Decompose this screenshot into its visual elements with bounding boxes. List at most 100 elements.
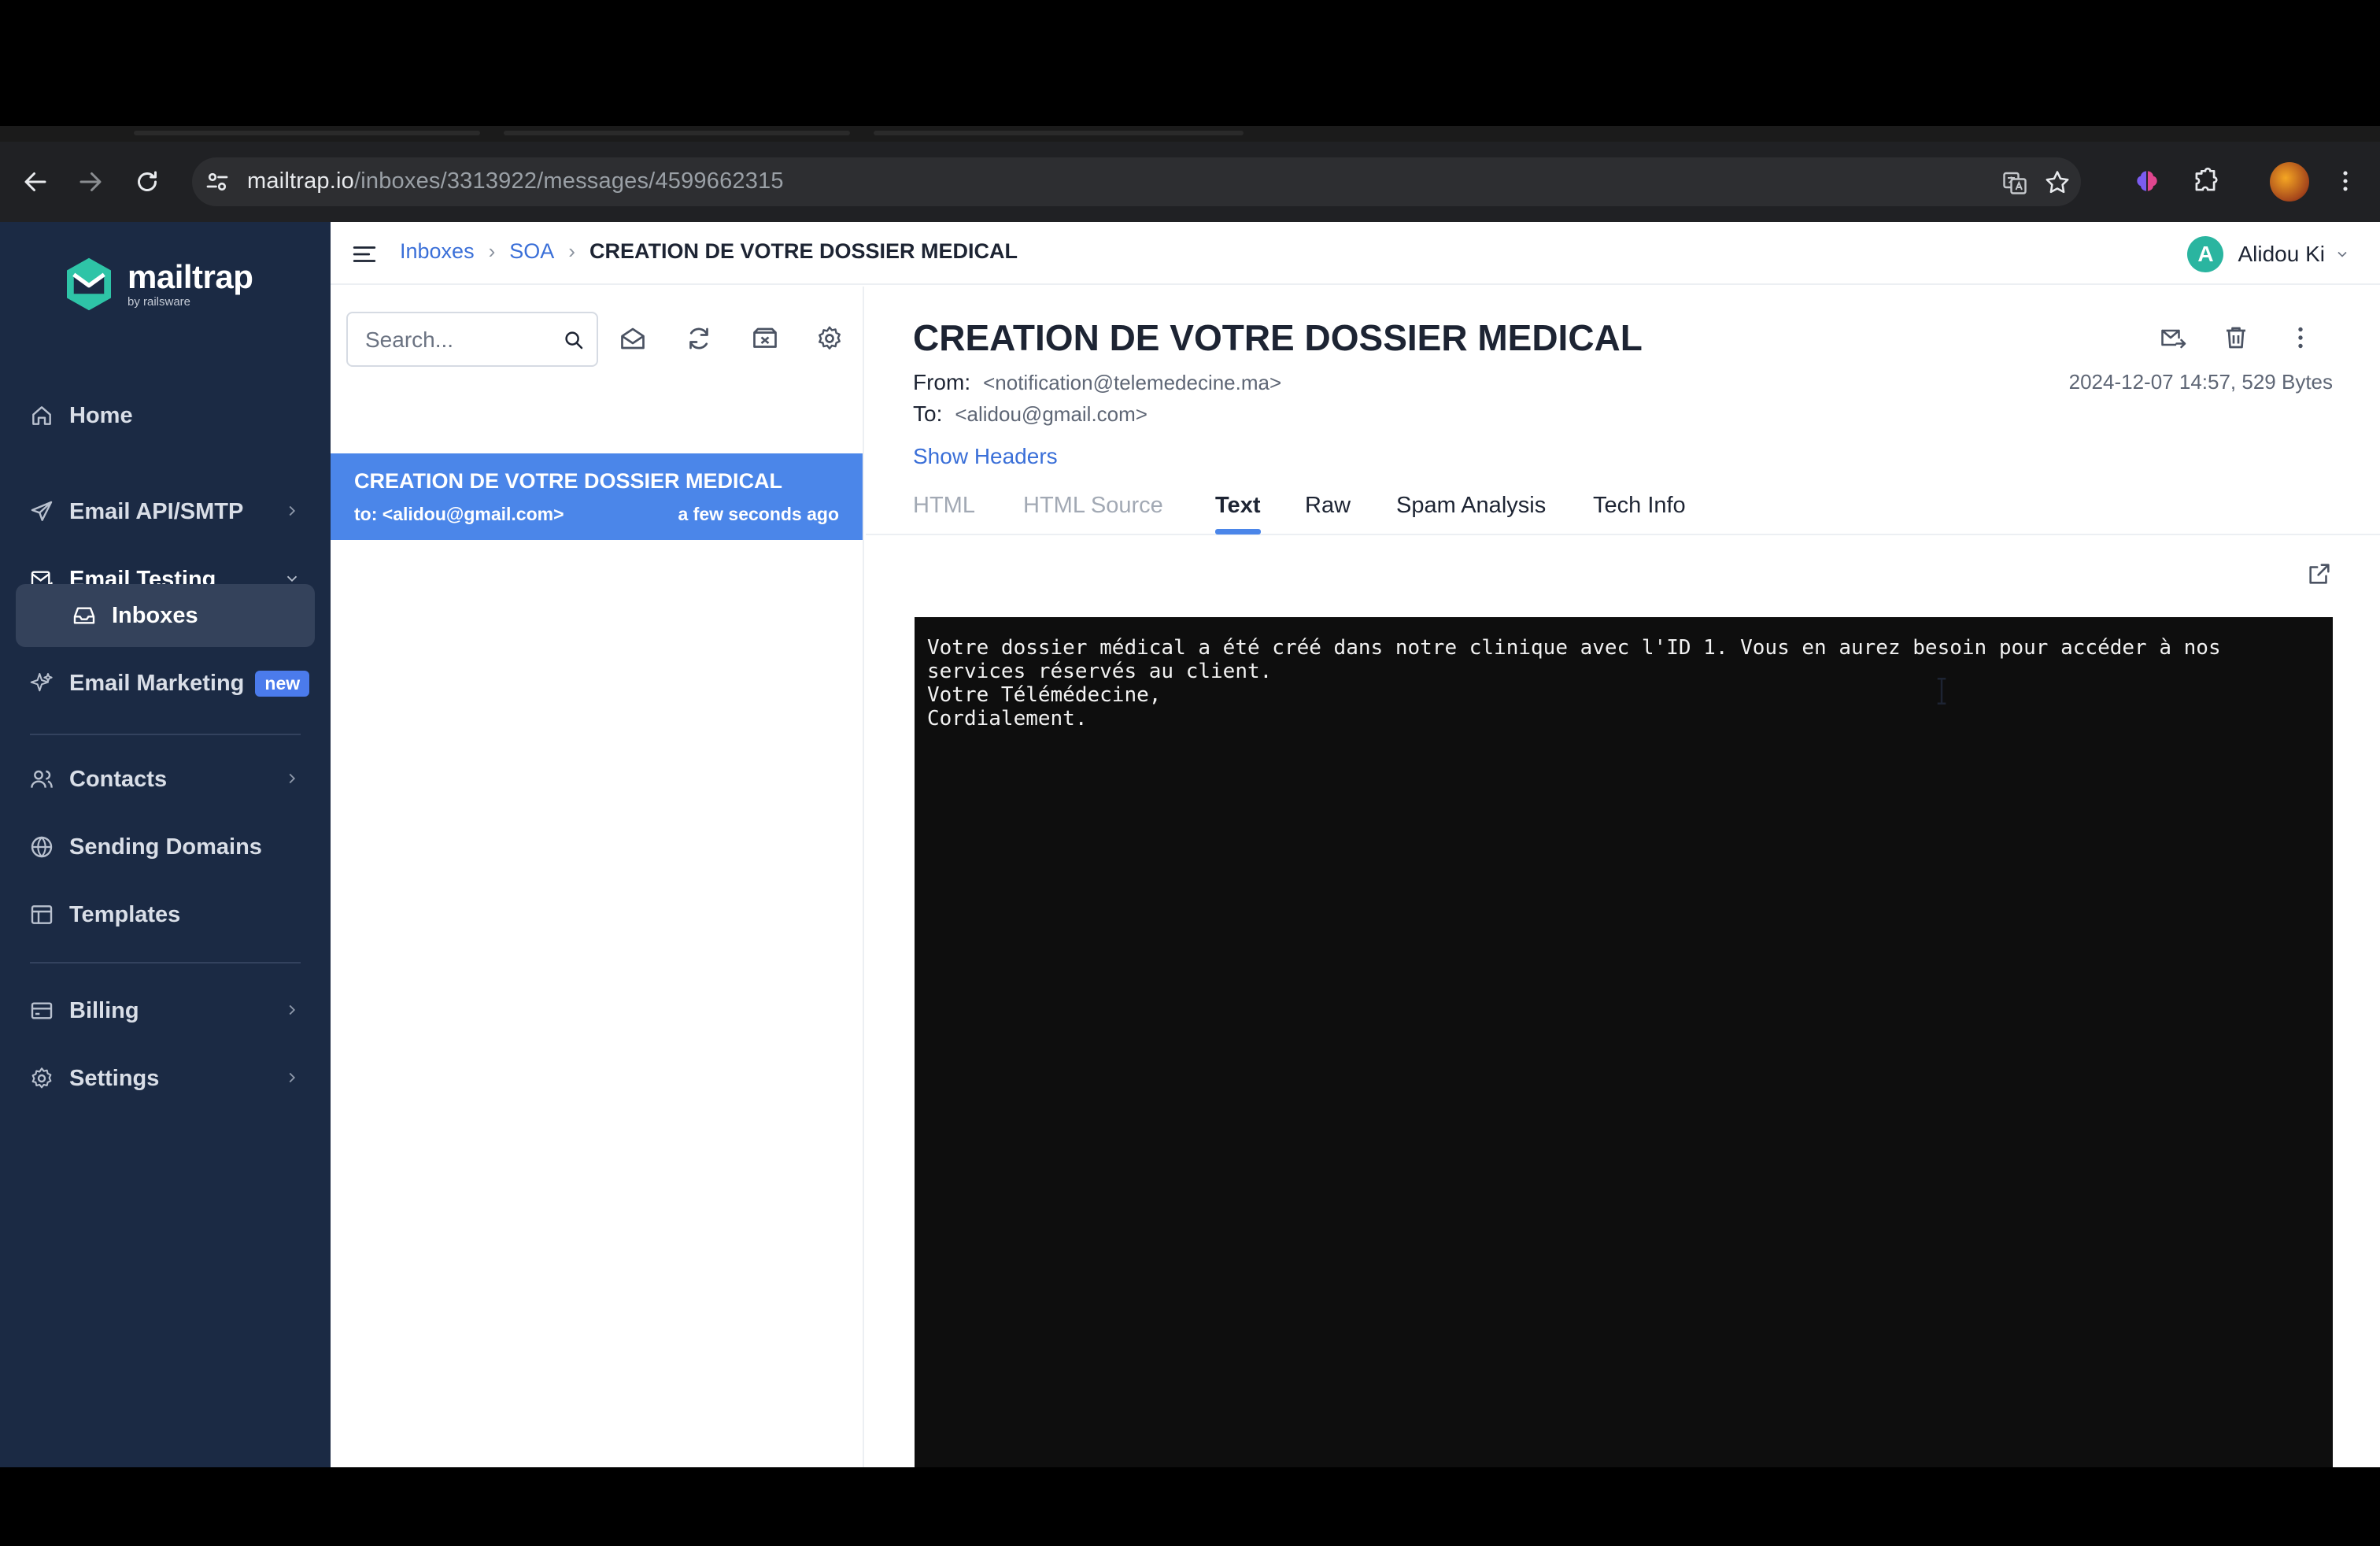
breadcrumb-separator: › <box>488 239 496 263</box>
screen: mailtrap.io/inboxes/3313922/messages/459… <box>0 0 2380 1546</box>
breadcrumb-current: CREATION DE VOTRE DOSSIER MEDICAL <box>589 239 1018 263</box>
brain-extension-icon[interactable] <box>2127 161 2168 202</box>
nav-email-marketing[interactable]: Email Marketing new <box>16 652 315 715</box>
search-input[interactable]: Search... <box>346 312 598 367</box>
search-icon[interactable] <box>562 328 586 352</box>
breadcrumb-separator: › <box>568 239 575 263</box>
browser-tab[interactable] <box>134 131 480 135</box>
tab-spam-analysis[interactable]: Spam Analysis <box>1396 493 1546 519</box>
message-title: CREATION DE VOTRE DOSSIER MEDICAL <box>913 317 1643 358</box>
bookmark-star-icon[interactable] <box>2043 168 2071 197</box>
sidebar: mailtrap by railsware Home Email API/SMT… <box>0 222 331 1467</box>
nav-sending-domains[interactable]: Sending Domains <box>16 816 315 878</box>
tab-html-source[interactable]: HTML Source <box>1023 493 1163 519</box>
send-icon <box>28 498 55 525</box>
chevron-right-icon <box>289 1072 296 1083</box>
tab-html[interactable]: HTML <box>913 493 975 519</box>
active-tab-indicator <box>1215 529 1261 534</box>
mark-all-read-icon[interactable] <box>615 321 650 356</box>
logo-name: mailtrap <box>128 257 253 295</box>
mailtrap-logo[interactable]: mailtrap by railsware <box>61 255 253 313</box>
templates-icon <box>28 901 55 928</box>
message-detail: CREATION DE VOTRE DOSSIER MEDICAL From: <… <box>866 287 2380 1467</box>
nav-billing[interactable]: Billing <box>16 979 315 1042</box>
sparkle-icon <box>28 670 55 697</box>
sidebar-divider <box>30 962 301 963</box>
gear-icon <box>28 1065 55 1092</box>
credit-card-icon <box>28 997 55 1024</box>
breadcrumb-inboxes[interactable]: Inboxes <box>400 239 475 264</box>
more-options-icon[interactable] <box>2282 320 2319 356</box>
chevron-right-icon <box>289 1004 296 1015</box>
user-name: Alidou Ki <box>2238 242 2325 266</box>
nav-home-label: Home <box>69 402 133 428</box>
message-date-size: 2024-12-07 14:57, 529 Bytes <box>2068 370 2333 394</box>
forward-message-icon[interactable] <box>2155 320 2191 356</box>
inbox-icon <box>71 602 98 629</box>
clear-inbox-icon[interactable] <box>748 321 782 356</box>
url-host: mailtrap.io <box>247 168 354 194</box>
browser-toolbar: mailtrap.io/inboxes/3313922/messages/459… <box>0 142 2380 222</box>
address-bar[interactable]: mailtrap.io/inboxes/3313922/messages/459… <box>192 157 2081 206</box>
chevron-right-icon <box>289 773 296 784</box>
browser-tab[interactable] <box>504 131 850 135</box>
globe-icon <box>28 834 55 860</box>
nav-email-api-smtp[interactable]: Email API/SMTP <box>16 480 315 543</box>
delete-trash-icon[interactable] <box>2218 320 2254 356</box>
tab-text[interactable]: Text <box>1215 493 1260 519</box>
from-label: From: <box>913 370 971 394</box>
nav-settings-label: Settings <box>69 1065 160 1091</box>
site-settings-icon[interactable] <box>203 168 231 196</box>
message-text-body: Votre dossier médical a été créé dans no… <box>915 617 2333 1467</box>
home-icon <box>28 402 55 429</box>
bottom-letterbox <box>0 1467 2380 1546</box>
chevron-right-icon <box>289 505 296 516</box>
new-badge: new <box>255 670 310 697</box>
mailtrap-app: mailtrap by railsware Home Email API/SMT… <box>0 222 2380 1546</box>
user-avatar: A <box>2187 236 2224 272</box>
tab-raw[interactable]: Raw <box>1305 493 1351 519</box>
message-time: a few seconds ago <box>678 504 839 524</box>
chevron-down-icon <box>2338 251 2347 257</box>
to-address: <alidou@gmail.com> <box>955 402 1148 426</box>
sidebar-divider <box>30 734 301 735</box>
nav-inboxes[interactable]: Inboxes <box>16 584 315 647</box>
menu-toggle-icon[interactable] <box>351 241 378 268</box>
message-list-item[interactable]: CREATION DE VOTRE DOSSIER MEDICAL to: <a… <box>331 453 863 540</box>
show-headers-link[interactable]: Show Headers <box>913 444 1058 469</box>
message-body-text: Votre dossier médical a été créé dans no… <box>927 636 2221 730</box>
browser-tab[interactable] <box>874 131 1244 135</box>
top-bar: Inboxes › SOA › CREATION DE VOTRE DOSSIE… <box>331 222 2380 285</box>
message-list-pane: Search... CREATION DE VOTRE DOSSIER MEDI… <box>331 287 864 1467</box>
back-icon[interactable] <box>13 159 58 205</box>
user-menu[interactable]: A Alidou Ki <box>2187 236 2350 272</box>
nav-templates[interactable]: Templates <box>16 883 315 946</box>
search-placeholder: Search... <box>365 327 454 352</box>
browser-tab-strip <box>0 126 2380 142</box>
message-subject: CREATION DE VOTRE DOSSIER MEDICAL <box>354 469 783 493</box>
breadcrumb-inbox-soa[interactable]: SOA <box>509 239 554 264</box>
tab-tech-info[interactable]: Tech Info <box>1593 493 1686 519</box>
url-path: /inboxes/3313922/messages/4599662315 <box>353 168 784 194</box>
translate-icon[interactable] <box>2001 168 2029 197</box>
breadcrumb: Inboxes › SOA › CREATION DE VOTRE DOSSIE… <box>400 239 1018 264</box>
inbox-settings-gear-icon[interactable] <box>812 321 847 356</box>
nav-email-api-label: Email API/SMTP <box>69 498 244 524</box>
nav-contacts[interactable]: Contacts <box>16 748 315 811</box>
browser-profile-avatar[interactable] <box>2270 162 2309 202</box>
nav-inboxes-label: Inboxes <box>112 602 198 628</box>
nav-billing-label: Billing <box>69 997 139 1023</box>
contacts-icon <box>28 766 55 793</box>
browser-menu-icon[interactable] <box>2325 161 2366 202</box>
extensions-puzzle-icon[interactable] <box>2185 161 2226 202</box>
reload-icon[interactable] <box>124 159 170 205</box>
nav-settings[interactable]: Settings <box>16 1047 315 1110</box>
open-external-icon[interactable] <box>2306 560 2333 587</box>
forward-icon[interactable] <box>68 159 113 205</box>
nav-home[interactable]: Home <box>16 384 315 447</box>
refresh-icon[interactable] <box>682 321 716 356</box>
nav-sending-domains-label: Sending Domains <box>69 834 262 860</box>
text-cursor-icon <box>1937 678 1946 705</box>
from-row: From: <notification@telemedecine.ma> <box>913 370 1281 395</box>
message-view-tabs: HTML HTML Source Text Raw Spam Analysis … <box>866 480 2380 535</box>
